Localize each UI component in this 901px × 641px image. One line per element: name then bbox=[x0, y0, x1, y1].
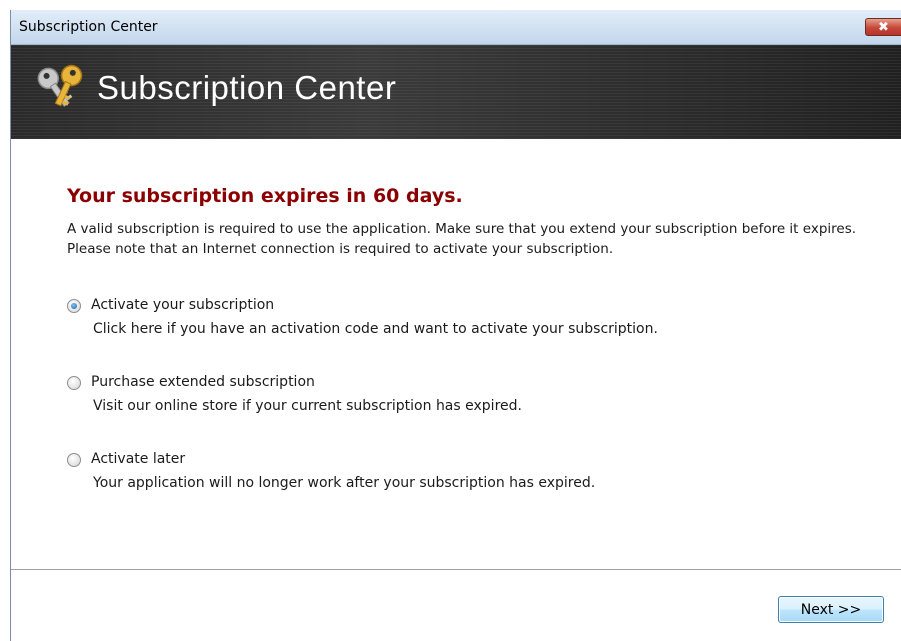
subscription-center-window: Subscription Center ✖ Subscription Cente… bbox=[10, 10, 901, 641]
option-label[interactable]: Activate your subscription bbox=[91, 297, 274, 313]
header-banner: Subscription Center bbox=[11, 45, 901, 139]
close-icon: ✖ bbox=[878, 20, 889, 35]
close-button[interactable]: ✖ bbox=[865, 18, 901, 36]
radio-purchase-extended[interactable] bbox=[67, 376, 81, 390]
window-title: Subscription Center bbox=[19, 19, 158, 35]
option-description: Visit our online store if your current s… bbox=[93, 398, 522, 414]
footer-divider bbox=[11, 569, 901, 570]
keys-icon bbox=[37, 64, 83, 108]
expiry-heading: Your subscription expires in 60 days. bbox=[67, 185, 463, 207]
banner-title: Subscription Center bbox=[97, 69, 397, 106]
subscription-description: A valid subscription is required to use … bbox=[67, 221, 857, 257]
option-label[interactable]: Purchase extended subscription bbox=[91, 374, 315, 390]
option-description: Click here if you have an activation cod… bbox=[93, 321, 658, 337]
next-button[interactable]: Next >> bbox=[778, 596, 884, 623]
radio-activate-subscription[interactable] bbox=[67, 299, 81, 313]
title-bar[interactable]: Subscription Center ✖ bbox=[11, 10, 901, 45]
option-label[interactable]: Activate later bbox=[91, 451, 185, 467]
radio-activate-later[interactable] bbox=[67, 453, 81, 467]
option-description: Your application will no longer work aft… bbox=[93, 475, 596, 491]
